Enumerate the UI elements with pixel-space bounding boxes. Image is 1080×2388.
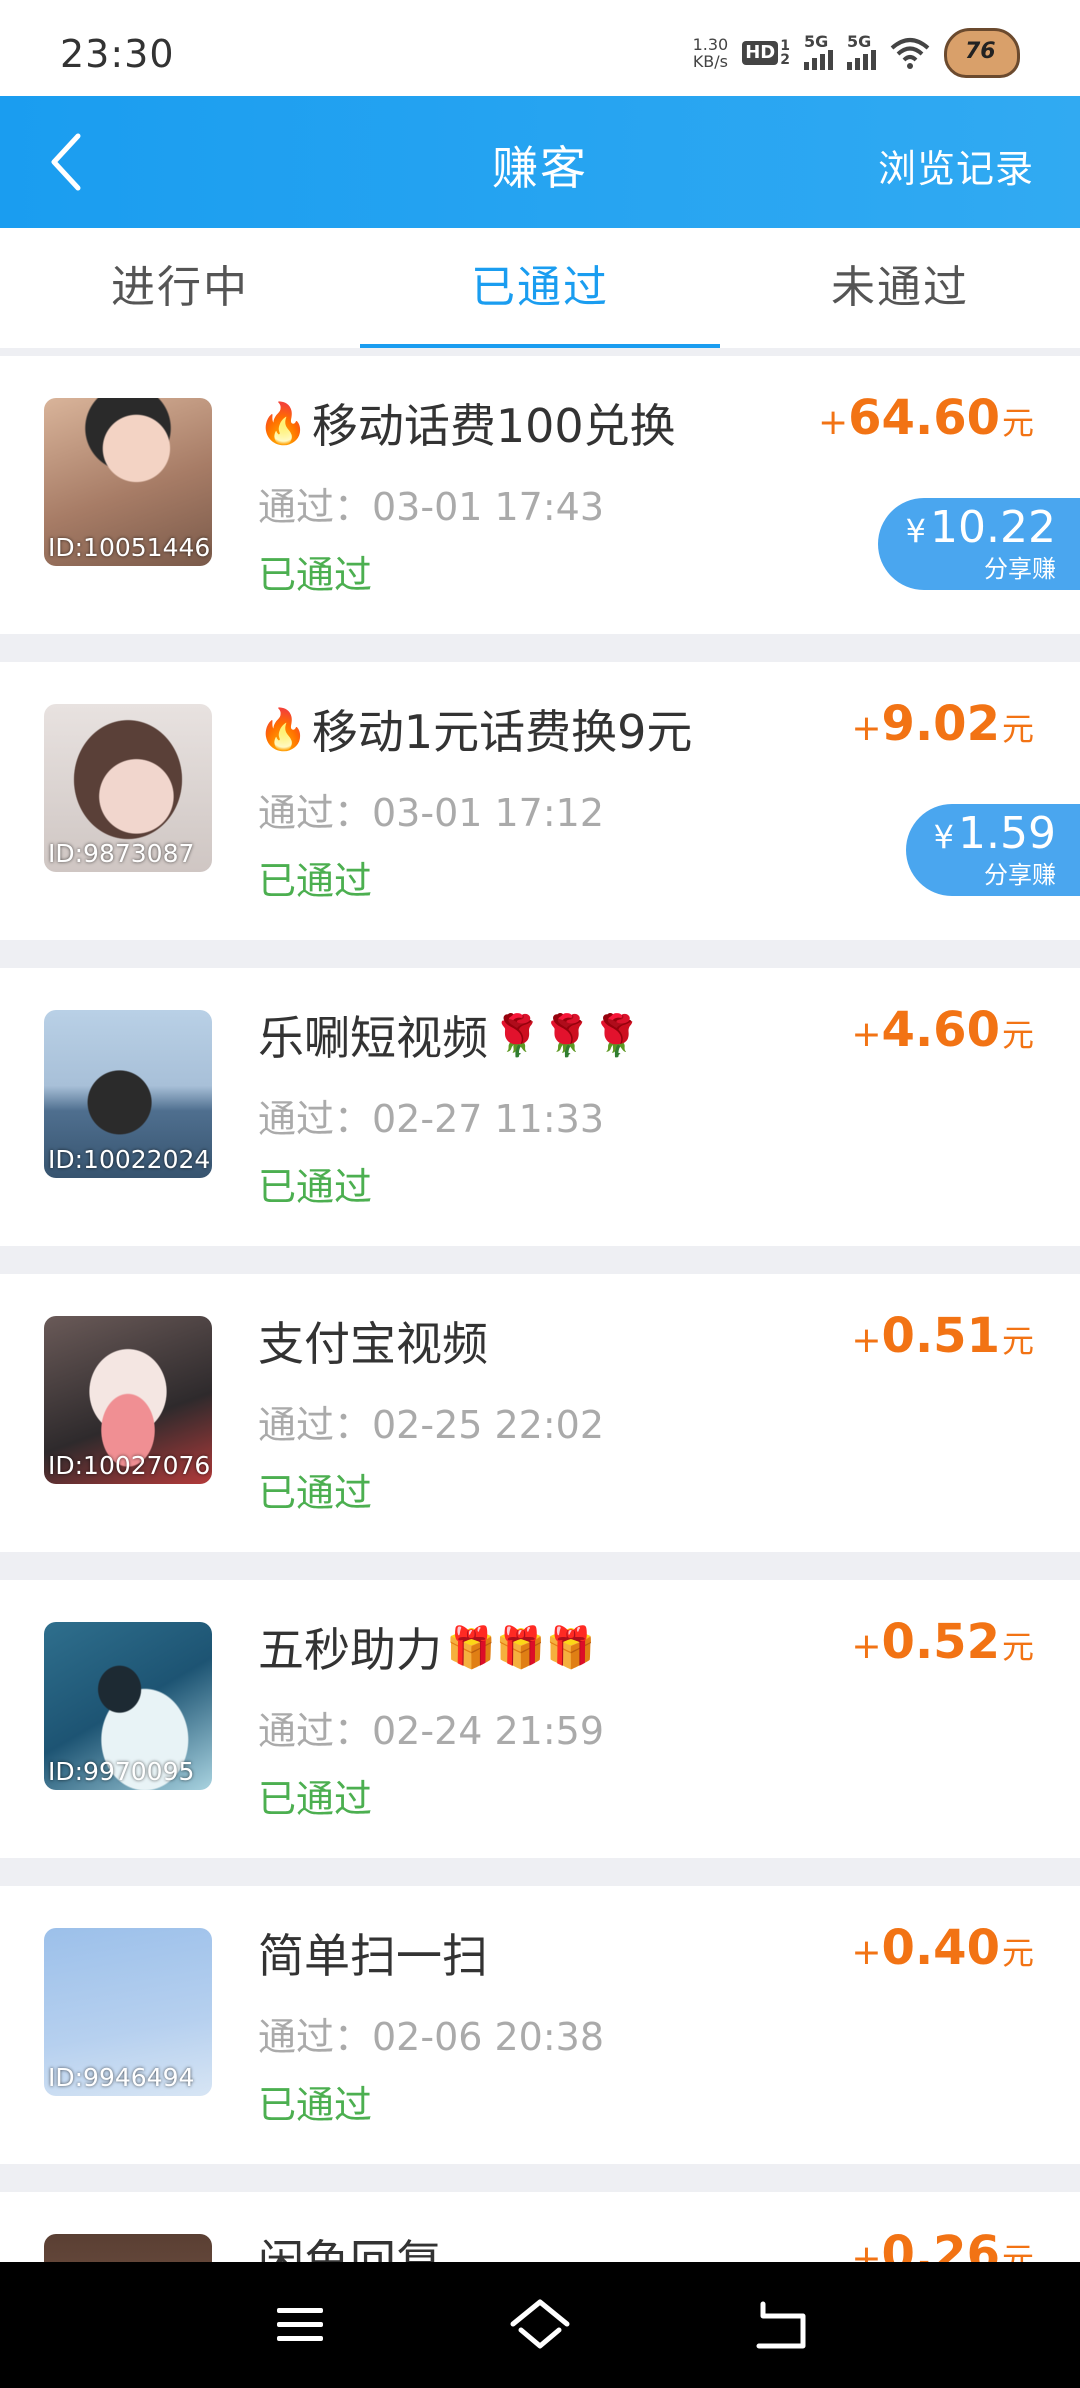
tab-bar: 进行中 已通过 未通过: [0, 228, 1080, 348]
task-title: 支付宝视频: [258, 1317, 488, 1371]
task-id: ID:9873087: [48, 839, 195, 868]
status-bar: 23:30 1.30 KB/s HD 12 5G 5G 76: [0, 0, 1080, 96]
network-speed-unit: KB/s: [692, 52, 729, 71]
task-id: ID:10022024: [48, 1145, 211, 1174]
list-item[interactable]: ID:10022024 乐唰短视频 🌹🌹🌹 通过：02-27 11:33 已通过…: [0, 968, 1080, 1246]
reward-amount: + 64.60 元: [817, 390, 1034, 446]
battery-icon: 76: [944, 28, 1020, 78]
system-nav-bar: [0, 2262, 1080, 2388]
approved-time: 通过：02-24 21:59: [258, 1709, 605, 1753]
network-speed-value: 1.30: [692, 35, 729, 54]
signal-icon: 5G: [804, 32, 833, 70]
share-earn-button[interactable]: ¥1.59 分享赚: [905, 804, 1080, 896]
tab-in-progress[interactable]: 进行中: [0, 228, 360, 348]
reward-amount: + 4.60 元: [851, 1002, 1034, 1058]
share-earn-button[interactable]: ¥10.22 分享赚: [877, 498, 1080, 590]
app-header: 赚客 浏览记录: [0, 96, 1080, 228]
task-thumbnail: ID:9970095: [44, 1622, 212, 1790]
tab-rejected[interactable]: 未通过: [720, 228, 1080, 348]
gift-icon: 🎁🎁🎁: [446, 1624, 596, 1671]
wifi-icon: [890, 38, 930, 69]
approved-time: 通过：03-01 17:43: [258, 485, 605, 529]
approved-time: 通过：02-25 22:02: [258, 1403, 605, 1447]
task-thumbnail: ID:9873087: [44, 704, 212, 872]
list-item[interactable]: ID:9873087 🔥 移动1元话费换9元 通过：03-01 17:12 已通…: [0, 662, 1080, 940]
signal-icon-2: 5G: [847, 32, 876, 70]
approved-time: 通过：02-27 11:33: [258, 1097, 605, 1141]
task-id: ID:9970095: [48, 1757, 195, 1786]
task-thumbnail: ID:10022024: [44, 1010, 212, 1178]
task-title: 简单扫一扫: [258, 1929, 488, 1983]
list-item[interactable]: ID:10051446 🔥 移动话费100兑换 通过：03-01 17:43 已…: [0, 356, 1080, 634]
approved-time: 通过：02-06 20:38: [258, 2015, 605, 2059]
rose-icon: 🌹🌹🌹: [492, 1012, 642, 1059]
task-thumbnail: ID:10051446: [44, 398, 212, 566]
approved-time: 通过：03-01 17:12: [258, 791, 605, 835]
task-id: ID:10027076: [48, 1451, 211, 1480]
status-icons: 1.30 KB/s HD 12 5G 5G 76: [693, 28, 1020, 78]
task-thumbnail: ID:10027076: [44, 1316, 212, 1484]
status-label: 已通过: [258, 1471, 373, 1515]
screen: 23:30 1.30 KB/s HD 12 5G 5G 76 赚客 浏览记录 进…: [0, 0, 1080, 2388]
status-label: 已通过: [258, 859, 373, 903]
status-label: 已通过: [258, 2083, 373, 2127]
hd-icon: HD 12: [742, 39, 790, 67]
home-icon[interactable]: [505, 2290, 575, 2360]
status-time: 23:30: [60, 32, 175, 76]
task-list: ID:10051446 🔥 移动话费100兑换 通过：03-01 17:43 已…: [0, 356, 1080, 2388]
reward-amount: + 0.40 元: [851, 1920, 1034, 1976]
network-speed: 1.30 KB/s: [693, 36, 729, 70]
list-item[interactable]: ID:10027076 支付宝视频 通过：02-25 22:02 已通过 + 0…: [0, 1274, 1080, 1552]
task-title: 🔥 移动1元话费换9元: [258, 705, 693, 759]
browse-history-button[interactable]: 浏览记录: [878, 138, 1034, 193]
status-label: 已通过: [258, 1165, 373, 1209]
back-icon[interactable]: [745, 2290, 815, 2360]
list-item[interactable]: ID:9970095 五秒助力 🎁🎁🎁 通过：02-24 21:59 已通过 +…: [0, 1580, 1080, 1858]
tab-approved[interactable]: 已通过: [360, 228, 720, 348]
reward-amount: + 0.51 元: [851, 1308, 1034, 1364]
task-title: 乐唰短视频 🌹🌹🌹: [258, 1011, 642, 1065]
task-thumbnail: ID:9946494: [44, 1928, 212, 2096]
task-title: 🔥 移动话费100兑换: [258, 399, 676, 453]
status-label: 已通过: [258, 553, 373, 597]
task-id: ID:9946494: [48, 2063, 195, 2092]
fire-icon: 🔥: [258, 400, 308, 447]
status-label: 已通过: [258, 1777, 373, 1821]
fire-icon: 🔥: [258, 706, 308, 753]
task-id: ID:10051446: [48, 533, 211, 562]
reward-amount: + 0.52 元: [851, 1614, 1034, 1670]
task-title: 五秒助力 🎁🎁🎁: [258, 1623, 596, 1677]
menu-icon[interactable]: [265, 2290, 335, 2360]
reward-amount: + 9.02 元: [851, 696, 1034, 752]
list-item[interactable]: ID:9946494 简单扫一扫 通过：02-06 20:38 已通过 + 0.…: [0, 1886, 1080, 2164]
